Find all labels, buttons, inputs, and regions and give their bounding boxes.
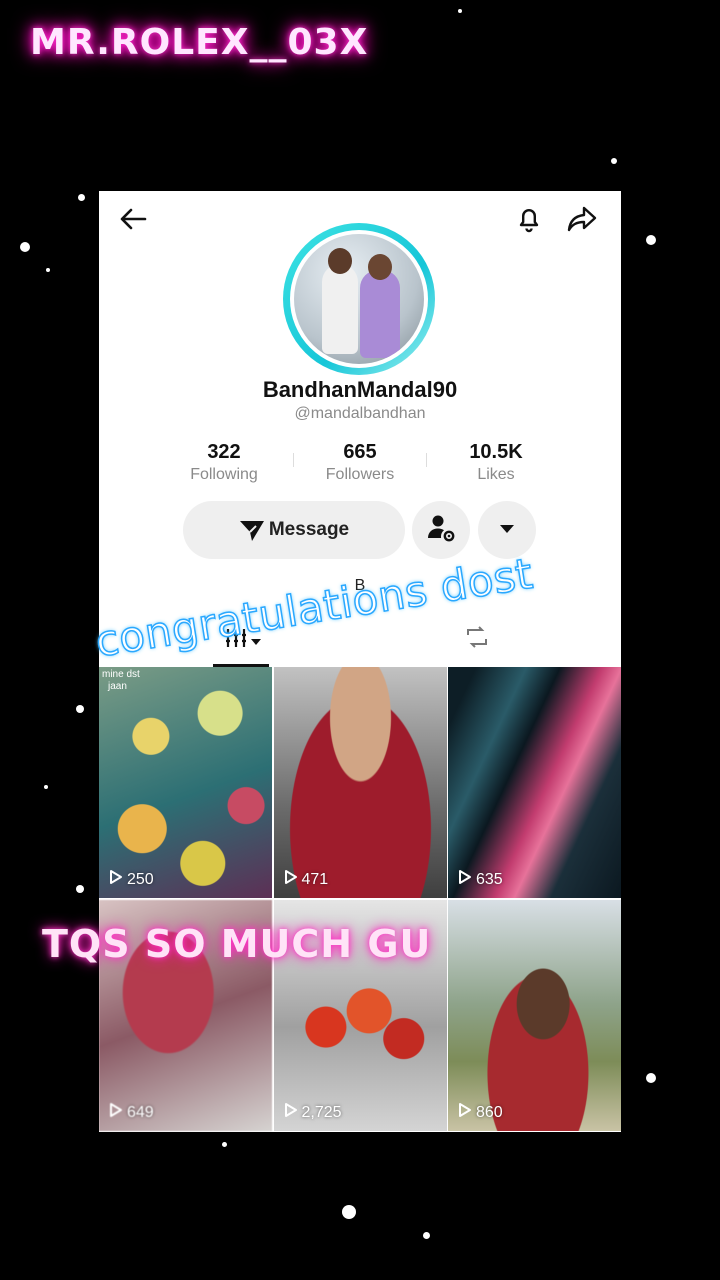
video-tile[interactable]: 471 — [273, 667, 447, 898]
back-arrow-icon[interactable] — [117, 203, 149, 235]
divider — [293, 453, 294, 467]
view-count-value: 860 — [476, 1103, 503, 1121]
play-icon — [284, 1102, 298, 1123]
stat-following[interactable]: 322 Following — [159, 441, 289, 484]
share-icon[interactable] — [566, 203, 598, 235]
play-icon — [284, 869, 298, 890]
view-count: 635 — [458, 869, 503, 890]
sparkle-dot — [78, 194, 85, 201]
video-tile[interactable]: 860 — [448, 900, 621, 1131]
stat-value: 10.5K — [469, 441, 523, 463]
caret-down-icon — [499, 521, 515, 539]
play-icon — [109, 1102, 123, 1123]
play-icon — [458, 1102, 472, 1123]
avatar[interactable] — [283, 223, 435, 375]
video-tile[interactable]: 635 — [448, 667, 621, 898]
user-settings-icon — [425, 512, 457, 549]
sparkle-dot — [611, 158, 617, 164]
view-count-value: 649 — [127, 1103, 154, 1121]
video-tile[interactable]: mine dst jaan 250 — [99, 667, 272, 898]
view-count: 649 — [109, 1102, 154, 1123]
stat-label: Following — [190, 466, 258, 483]
sparkle-dot — [44, 785, 48, 789]
sparkle-dot — [76, 885, 84, 893]
divider — [426, 453, 427, 467]
video-caption: mine dst jaan — [102, 669, 140, 693]
profile-screen: BandhanMandal90 @mandalbandhan 322 Follo… — [99, 191, 621, 1132]
thanks-overlay-text: TQS SO MUCH GU — [42, 922, 432, 966]
sparkle-dot — [222, 1142, 227, 1147]
play-icon — [109, 869, 123, 890]
view-count-value: 250 — [127, 870, 154, 888]
video-grid: mine dst jaan 250 471 635 649 2,725 860 — [99, 667, 621, 1131]
repost-icon — [464, 626, 490, 653]
stat-likes[interactable]: 10.5K Likes — [431, 441, 561, 484]
view-count-value: 2,725 — [301, 1103, 342, 1121]
tab-reposts[interactable] — [464, 625, 490, 654]
stat-followers[interactable]: 665 Followers — [293, 441, 427, 484]
view-count: 250 — [109, 869, 154, 890]
sparkle-dot — [646, 235, 656, 245]
view-count: 860 — [458, 1102, 503, 1123]
stat-label: Followers — [325, 466, 395, 483]
view-count-value: 635 — [476, 870, 503, 888]
sparkle-dot — [423, 1232, 430, 1239]
sparkle-dot — [342, 1205, 356, 1219]
sparkle-dot — [46, 268, 50, 272]
view-count: 2,725 — [284, 1102, 342, 1123]
avatar-photo — [294, 234, 424, 364]
sparkle-dot — [458, 9, 462, 13]
view-count: 471 — [284, 869, 329, 890]
message-button[interactable]: Message — [183, 501, 405, 559]
stats-row: 322 Following 665 Followers 10.5K Likes — [159, 441, 561, 484]
user-handle: @mandalbandhan — [294, 405, 426, 422]
send-icon — [239, 518, 265, 542]
sparkle-dot — [20, 242, 30, 252]
bell-icon[interactable] — [513, 203, 545, 235]
user-settings-button[interactable] — [412, 501, 470, 559]
view-count-value: 471 — [301, 870, 329, 888]
caption-line: mine dst — [102, 669, 140, 680]
sparkle-dot — [646, 1073, 656, 1083]
message-label: Message — [268, 519, 350, 540]
sparkle-dot — [76, 705, 84, 713]
caption-line: jaan — [108, 681, 127, 692]
play-icon — [458, 869, 472, 890]
stat-value: 322 — [207, 441, 241, 463]
stat-label: Likes — [477, 466, 515, 483]
watermark: MR.ROLEX__03X — [30, 22, 369, 63]
username: BandhanMandal90 — [262, 377, 458, 402]
stat-value: 665 — [343, 441, 377, 463]
